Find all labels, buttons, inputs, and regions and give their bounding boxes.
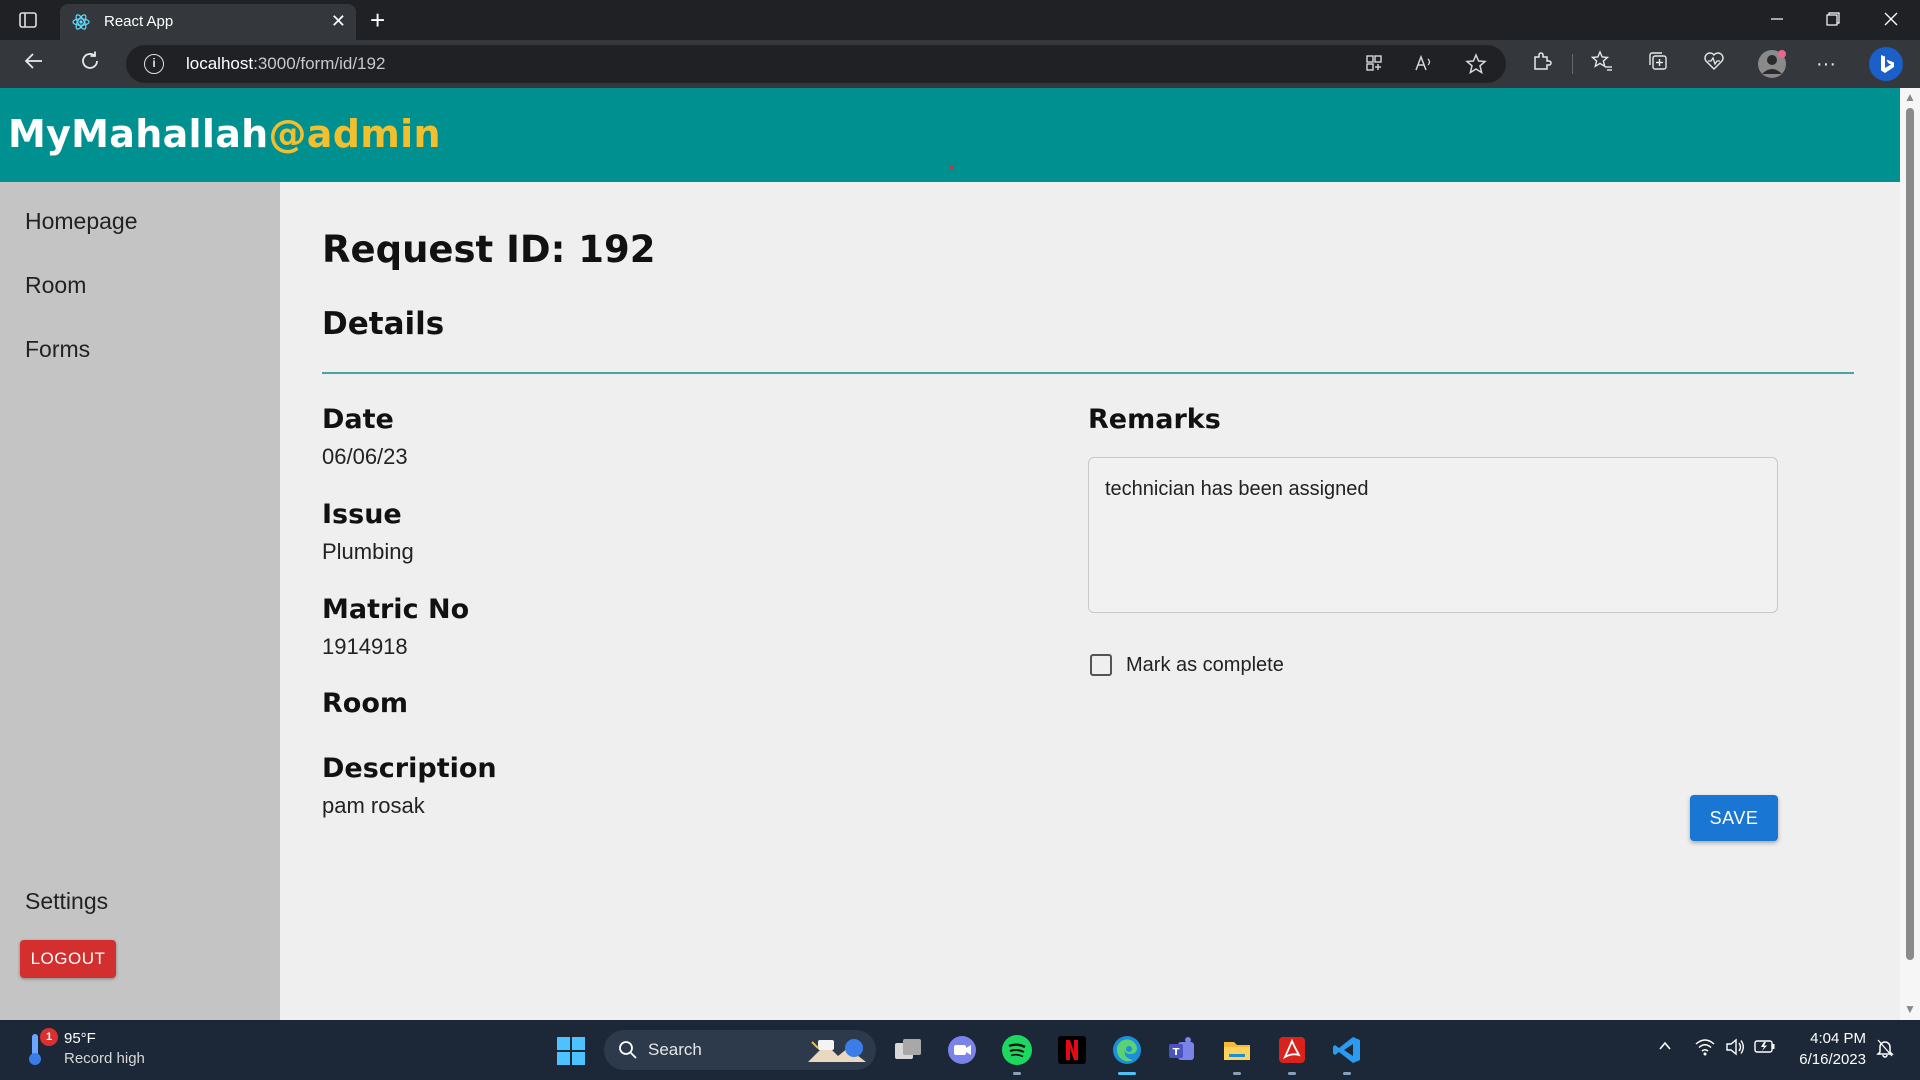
- browser-essentials-icon[interactable]: [1700, 50, 1728, 78]
- more-options-icon[interactable]: ···: [1812, 50, 1840, 78]
- vscode-icon[interactable]: [1331, 1034, 1363, 1066]
- vscode-running-indicator: [1343, 1072, 1351, 1075]
- field-value-date: 06/06/23: [322, 444, 408, 469]
- field-label-matric-no: Matric No: [322, 594, 470, 625]
- main-content: Request ID: 192 Details Date 06/06/23 Is…: [280, 182, 1900, 1020]
- file-explorer-icon[interactable]: [1221, 1034, 1253, 1066]
- minimize-icon[interactable]: [1762, 6, 1792, 34]
- sidebar-item-homepage[interactable]: Homepage: [25, 208, 138, 235]
- sidebar-item-settings[interactable]: Settings: [25, 888, 108, 915]
- weather-alert-badge: 1: [40, 1028, 58, 1046]
- tab-title: React App: [104, 13, 174, 30]
- svg-text:T: T: [1173, 1047, 1180, 1058]
- section-divider: [322, 372, 1854, 374]
- page-scrollbar[interactable]: ▲ ▼: [1900, 88, 1920, 1020]
- mark-complete-label[interactable]: Mark as complete: [1126, 654, 1284, 677]
- task-view-icon[interactable]: [892, 1034, 924, 1066]
- new-tab-button[interactable]: +: [370, 5, 385, 35]
- chat-icon[interactable]: [946, 1034, 978, 1066]
- notifications-bell-icon[interactable]: [1874, 1038, 1896, 1060]
- collections-icon[interactable]: [1644, 50, 1672, 78]
- field-label-issue: Issue: [322, 499, 402, 530]
- taskbar: 1 95°F Record high Search T 4:04 PM 6/16…: [0, 1020, 1920, 1080]
- profile-avatar[interactable]: [1756, 48, 1788, 80]
- clock-date[interactable]: 6/16/2023: [1776, 1051, 1866, 1068]
- react-icon: [72, 13, 90, 31]
- search-highlight-illustration: [804, 1034, 870, 1066]
- url-text[interactable]: localhost:3000/form/id/192: [186, 54, 385, 74]
- explorer-running-indicator: [1233, 1072, 1241, 1075]
- cursor-dot: [950, 166, 954, 170]
- remarks-textarea[interactable]: technician has been assigned: [1088, 457, 1778, 613]
- field-value-matric-no: 1914918: [322, 634, 408, 659]
- copilot-icon[interactable]: [1868, 46, 1904, 82]
- app-header: MyMahallah@admin: [0, 88, 1900, 182]
- back-arrow-icon[interactable]: [20, 50, 48, 78]
- logout-button[interactable]: LOGOUT: [20, 940, 116, 978]
- browser-tab-active[interactable]: React App ✕: [60, 4, 356, 40]
- section-title-details: Details: [322, 306, 445, 342]
- read-aloud-icon[interactable]: [1412, 53, 1436, 77]
- scroll-up-arrow-icon[interactable]: ▲: [1904, 90, 1916, 104]
- restore-icon[interactable]: [1818, 6, 1848, 34]
- weather-description: Record high: [64, 1050, 145, 1067]
- site-info-icon[interactable]: i: [144, 54, 164, 74]
- refresh-icon[interactable]: [76, 50, 104, 78]
- browser-toolbar: i localhost:3000/form/id/192 ···: [0, 40, 1920, 88]
- address-bar[interactable]: i localhost:3000/form/id/192: [126, 45, 1506, 83]
- field-value-issue: Plumbing: [322, 539, 414, 564]
- windows-start-icon[interactable]: [556, 1036, 586, 1066]
- favorite-star-icon[interactable]: [1464, 53, 1488, 77]
- search-icon: [618, 1040, 638, 1060]
- sidebar-item-forms[interactable]: Forms: [25, 336, 90, 363]
- page-title: Request ID: 192: [322, 228, 656, 271]
- acrobat-running-indicator: [1288, 1072, 1296, 1075]
- wifi-icon[interactable]: [1694, 1038, 1716, 1060]
- scroll-down-arrow-icon[interactable]: ▼: [1904, 1002, 1916, 1016]
- tab-close-icon[interactable]: ✕: [331, 12, 346, 30]
- browser-tab-bar: React App ✕ +: [0, 0, 1920, 40]
- remarks-label: Remarks: [1088, 404, 1221, 435]
- favorites-icon[interactable]: [1588, 50, 1616, 78]
- edge-browser-icon[interactable]: [1111, 1034, 1143, 1066]
- edge-active-indicator: [1118, 1072, 1136, 1075]
- save-button[interactable]: SAVE: [1690, 795, 1778, 841]
- scroll-thumb[interactable]: [1906, 108, 1914, 960]
- volume-icon[interactable]: [1724, 1038, 1746, 1060]
- brand-logo: MyMahallah@admin: [8, 112, 441, 156]
- spotify-icon[interactable]: [1001, 1034, 1033, 1066]
- field-label-date: Date: [322, 404, 394, 435]
- weather-temperature: 95°F: [64, 1030, 96, 1047]
- sidebar-item-room[interactable]: Room: [25, 272, 86, 299]
- field-label-description: Description: [322, 753, 497, 784]
- field-value-description: pam rosak: [322, 793, 425, 818]
- field-label-room: Room: [322, 688, 409, 719]
- extensions-icon[interactable]: [1528, 50, 1556, 78]
- show-hidden-icons-chevron-icon[interactable]: [1654, 1038, 1676, 1060]
- spotify-running-indicator: [1013, 1072, 1021, 1075]
- window-close-icon[interactable]: [1876, 6, 1906, 34]
- toolbar-divider: [1572, 54, 1573, 74]
- app-available-icon[interactable]: [1362, 53, 1386, 77]
- sidebar: Homepage Room Forms Settings LOGOUT: [0, 182, 280, 1020]
- battery-icon[interactable]: [1754, 1038, 1776, 1060]
- netflix-icon[interactable]: [1056, 1034, 1088, 1066]
- taskbar-search-box[interactable]: Search: [604, 1030, 876, 1070]
- tab-actions-icon[interactable]: [18, 10, 38, 30]
- acrobat-icon[interactable]: [1276, 1034, 1308, 1066]
- teams-icon[interactable]: T: [1166, 1034, 1198, 1066]
- mark-complete-checkbox[interactable]: [1090, 654, 1112, 676]
- clock-time[interactable]: 4:04 PM: [1776, 1030, 1866, 1047]
- search-label: Search: [648, 1040, 702, 1059]
